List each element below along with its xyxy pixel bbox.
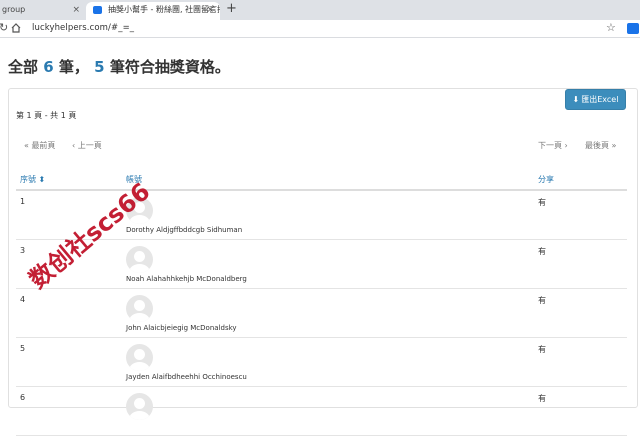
row-share: 有 xyxy=(538,394,546,403)
home-icon[interactable] xyxy=(10,22,22,34)
total-count: 6 xyxy=(43,58,54,76)
row-share: 有 xyxy=(538,198,546,207)
row-share: 有 xyxy=(538,296,546,305)
prev-page-link[interactable]: ‹ 上一頁 xyxy=(72,140,102,151)
address-bar[interactable]: luckyhelpers.com/#_=_ xyxy=(32,23,134,33)
table-row: 5 Jayden Alaifbdheehhi Occhinoescu 有 xyxy=(16,338,627,387)
bookmark-star-icon[interactable]: ☆ xyxy=(606,21,616,34)
tab-title: 抽獎小幫手 - 粉絲團, 社團留言抽 xyxy=(108,5,220,14)
row-account-name: Dorothy Aldjgffbddcgb Sidhuman xyxy=(126,226,243,234)
avatar xyxy=(126,295,153,322)
column-header-share: 分享 xyxy=(538,175,554,184)
page-info: 第 1 頁 - 共 1 頁 xyxy=(16,111,77,120)
extension-icon[interactable] xyxy=(627,23,639,34)
row-account-name: John Alaicbjeiegig McDonaldsky xyxy=(126,324,237,332)
avatar xyxy=(126,393,153,420)
reload-icon[interactable]: ↻ xyxy=(0,21,8,34)
sort-icon[interactable]: ⬍ xyxy=(39,175,46,184)
export-excel-button[interactable]: ⬇ 匯出Excel xyxy=(565,89,626,110)
summary-prefix: 全部 xyxy=(8,58,39,76)
next-page-link[interactable]: 下一頁 › xyxy=(538,140,568,151)
first-page-link[interactable]: « 最前頁 xyxy=(24,140,55,151)
table-row: 3 Noah Alahahhkehjb McDonaldberg 有 xyxy=(16,240,627,289)
avatar xyxy=(126,246,153,273)
last-page-link[interactable]: 最後頁 » xyxy=(585,140,616,151)
summary-suffix: 筆符合抽獎資格。 xyxy=(109,58,230,76)
avatar xyxy=(126,344,153,371)
browser-tab-active[interactable]: 抽獎小幫手 - 粉絲團, 社團留言抽 × xyxy=(86,2,220,20)
row-seq: 4 xyxy=(20,295,26,304)
browser-toolbar: ↻ luckyhelpers.com/#_=_ ☆ xyxy=(0,20,640,38)
table-row: 4 John Alaicbjeiegig McDonaldsky 有 xyxy=(16,289,627,338)
browser-tab-inactive[interactable]: group × xyxy=(0,3,84,20)
download-icon: ⬇ xyxy=(572,95,580,104)
close-tab-icon[interactable]: × xyxy=(206,2,214,18)
summary-middle: 筆， xyxy=(58,58,89,76)
row-seq: 1 xyxy=(20,197,26,206)
column-header-seq-label: 序號 xyxy=(20,175,36,184)
row-seq: 6 xyxy=(20,393,26,402)
column-header-seq[interactable]: 序號 ⬍ xyxy=(20,174,45,185)
row-seq: 5 xyxy=(20,344,26,353)
page-title: 全部 6 筆， 5 筆符合抽獎資格。 xyxy=(8,56,230,77)
row-share: 有 xyxy=(538,247,546,256)
row-account-name: Noah Alahahhkehjb McDonaldberg xyxy=(126,275,247,283)
row-share: 有 xyxy=(538,345,546,354)
row-account-name: Jayden Alaifbdheehhi Occhinoescu xyxy=(126,373,247,381)
export-excel-label: 匯出Excel xyxy=(581,95,619,104)
row-seq: 3 xyxy=(20,246,26,255)
new-tab-icon[interactable]: + xyxy=(226,2,237,16)
favicon-icon xyxy=(93,6,102,14)
eligible-count: 5 xyxy=(94,58,105,76)
close-tab-icon[interactable]: × xyxy=(72,3,80,17)
browser-tab-bar: group × 抽獎小幫手 - 粉絲團, 社團留言抽 × + xyxy=(0,0,640,20)
tab-title: group xyxy=(2,5,26,14)
table-row: 6 有 xyxy=(16,387,627,436)
